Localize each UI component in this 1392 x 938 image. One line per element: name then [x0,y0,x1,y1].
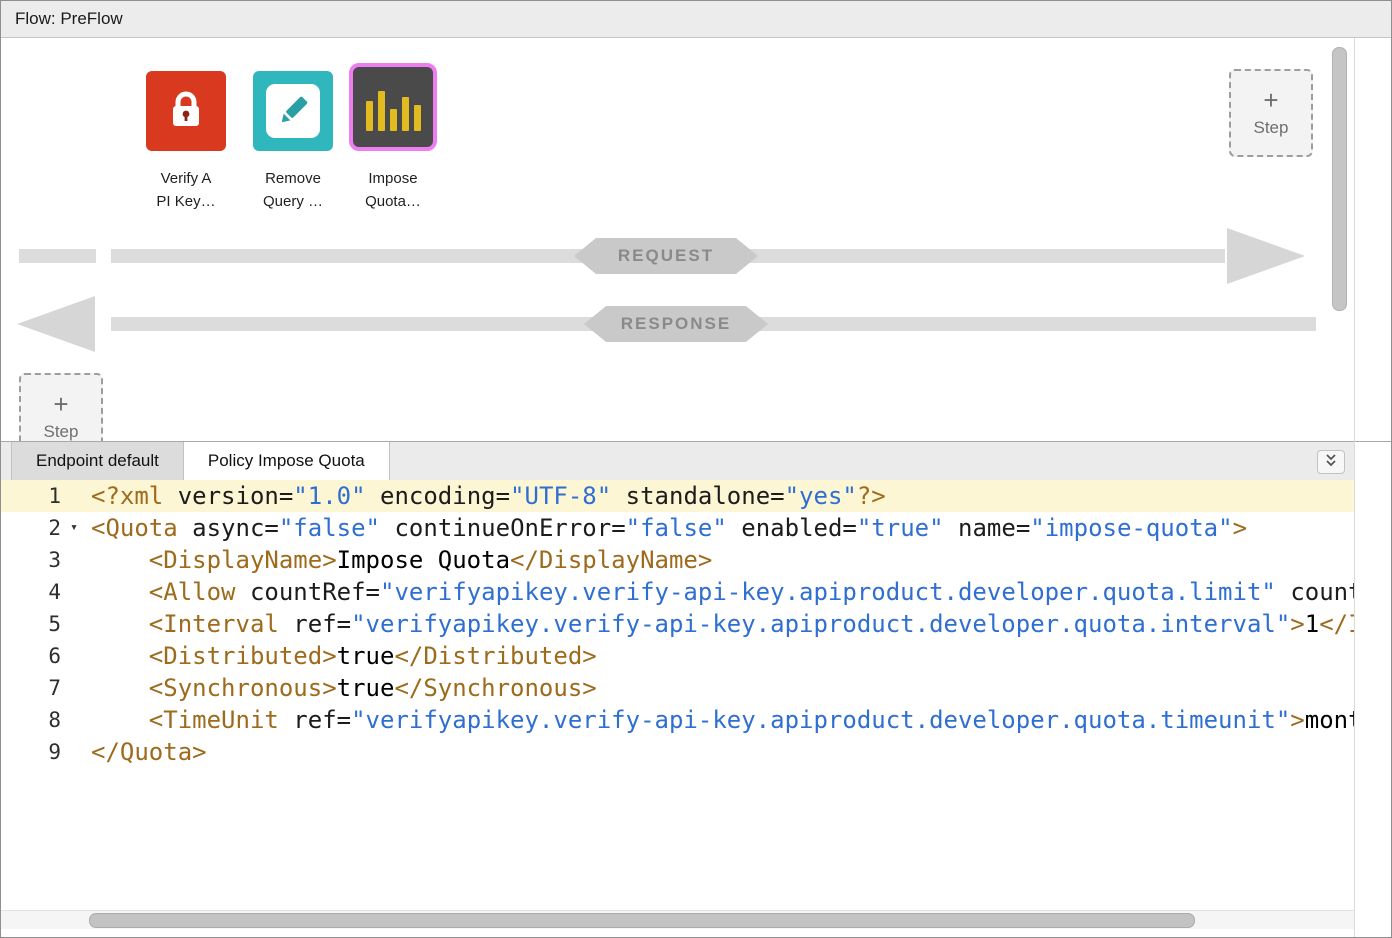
fold-spacer [61,576,87,608]
line-number: 7 [1,672,61,704]
code-text: <Quota async="false" continueOnError="fa… [91,512,1247,544]
collapse-editor-pane-button[interactable] [1317,450,1345,474]
right-rail-divider [1354,37,1355,937]
editor-pane: Endpoint default Policy Impose Quota 1 <?… [1,441,1391,937]
code-line-7[interactable]: 7 <Synchronous>true</Synchronous> [1,672,1354,704]
request-label-badge: REQUEST [574,238,758,274]
request-flow-bar-start [19,249,96,263]
editor-horizontal-scrollbar-thumb[interactable] [89,913,1195,928]
code-text: <?xml version="1.0" encoding="UTF-8" sta… [91,480,886,512]
fold-spacer [61,608,87,640]
line-number: 9 [1,736,61,768]
code-line-5[interactable]: 5 <Interval ref="verifyapikey.verify-api… [1,608,1354,640]
tab-endpoint-default[interactable]: Endpoint default [11,442,184,480]
plus-icon: + [53,392,68,416]
fold-spacer [61,736,87,768]
policy-verify-api-key[interactable]: Verify A PI Key… [136,71,236,213]
tab-policy-impose-quota[interactable]: Policy Impose Quota [184,442,390,480]
flow-header: Flow: PreFlow [1,1,1391,38]
fold-spacer [61,640,87,672]
line-number: 1 [1,480,61,512]
line-number: 5 [1,608,61,640]
code-line-6[interactable]: 6 <Distributed>true</Distributed> [1,640,1354,672]
policy-impose-quota-selected[interactable]: Impose Quota… [338,63,448,213]
code-text: </Quota> [91,736,207,768]
double-chevron-down-icon [1324,453,1338,472]
code-line-9[interactable]: 9 </Quota> [1,736,1354,768]
fold-arrow-icon[interactable]: ▾ [61,512,87,544]
response-label-badge: RESPONSE [584,306,768,342]
editor-tab-bar: Endpoint default Policy Impose Quota [1,442,1354,481]
flow-vertical-scrollbar-thumb[interactable] [1332,47,1347,311]
code-line-1[interactable]: 1 <?xml version="1.0" encoding="UTF-8" st… [1,480,1354,512]
fold-spacer [61,704,87,736]
add-step-button-response[interactable]: + Step [19,373,103,441]
code-lines: 1 <?xml version="1.0" encoding="UTF-8" st… [1,480,1354,768]
flow-canvas[interactable]: Verify A PI Key… Remove Query … [1,37,1391,441]
code-text: <Interval ref="verifyapikey.verify-api-k… [91,608,1354,640]
policy-label: Verify A PI Key… [136,167,236,213]
request-arrowhead-icon [1227,228,1305,284]
line-number: 4 [1,576,61,608]
policy-label: Remove Query … [243,167,343,213]
fold-spacer [61,544,87,576]
add-step-button-request[interactable]: + Step [1229,69,1313,157]
lock-icon [146,71,226,151]
line-number: 8 [1,704,61,736]
policy-label: Impose Quota… [338,167,448,213]
quota-bars-icon [349,63,437,151]
line-number: 3 [1,544,61,576]
code-text: <DisplayName>Impose Quota</DisplayName> [91,544,712,576]
code-line-3[interactable]: 3 <DisplayName>Impose Quota</DisplayName… [1,544,1354,576]
code-text: <TimeUnit ref="verifyapikey.verify-api-k… [91,704,1354,736]
code-line-2[interactable]: 2▾<Quota async="false" continueOnError="… [1,512,1354,544]
plus-icon: + [1263,88,1278,112]
fold-spacer [61,672,87,704]
code-text: <Distributed>true</Distributed> [91,640,597,672]
code-text: <Allow countRef="verifyapikey.verify-api… [91,576,1354,608]
editor-horizontal-scrollbar[interactable] [1,910,1354,929]
line-number: 6 [1,640,61,672]
code-line-4[interactable]: 4 <Allow countRef="verifyapikey.verify-a… [1,576,1354,608]
proxy-editor-window: Flow: PreFlow Verify A PI Key… [0,0,1392,938]
line-number: 2 [1,512,61,544]
code-line-8[interactable]: 8 <TimeUnit ref="verifyapikey.verify-api… [1,704,1354,736]
code-text: <Synchronous>true</Synchronous> [91,672,597,704]
flow-title: Flow: PreFlow [1,9,123,29]
response-arrowhead-icon [17,296,95,352]
xml-code-editor[interactable]: 1 <?xml version="1.0" encoding="UTF-8" st… [1,480,1354,903]
policy-remove-query-param[interactable]: Remove Query … [243,71,343,213]
pencil-icon [253,71,333,151]
fold-spacer [61,480,87,512]
